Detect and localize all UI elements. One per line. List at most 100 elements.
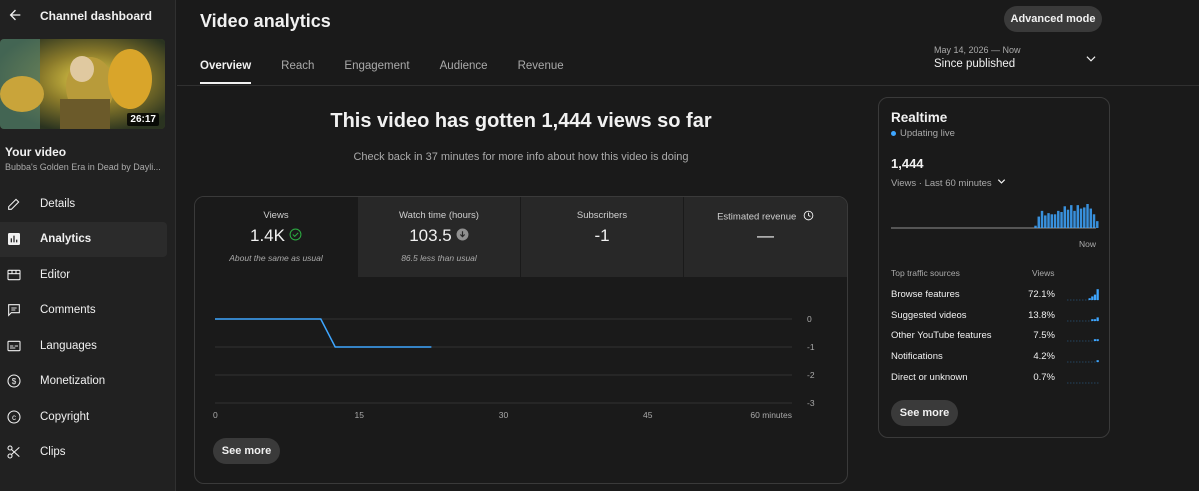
realtime-period-dropdown[interactable]: Views · Last 60 minutes [891,176,1007,190]
sparkline-bar [1091,319,1094,321]
traffic-source-sparkline [1067,317,1099,322]
views-series-line [215,318,432,348]
y-tick-label: -1 [807,342,815,352]
realtime-bar [1053,214,1057,228]
metric-value-row: — [684,226,847,246]
traffic-source-row[interactable]: Notifications 4.2% [891,347,1099,367]
sidebar-item-languages[interactable]: Languages [0,328,176,364]
realtime-bar [1083,207,1086,228]
traffic-source-sparkline [1067,382,1099,384]
traffic-source-sparkline [1067,360,1099,363]
sidebar-item-label: Languages [40,339,97,352]
metric-value: — [757,226,774,245]
sidebar-item-label: Copyright [40,410,90,423]
x-tick-label: 60 minutes [750,410,792,420]
date-range[interactable]: May 14, 2026 — Now [934,45,1021,55]
metric-views[interactable]: Views 1.4K About the same as usual [195,197,358,277]
back-arrow-icon[interactable] [6,6,24,24]
metric-value-row: -1 [521,226,683,246]
metric-watch-time[interactable]: Watch time (hours) 103.5 86.5 less than … [358,197,521,277]
y-tick-label: 0 [807,314,812,324]
sidebar-item-monetization[interactable]: $ Monetization [0,364,176,400]
traffic-source-row[interactable]: Suggested videos 13.8% [891,306,1099,326]
traffic-source-row[interactable]: Other YouTube features 7.5% [891,326,1099,346]
tab-engagement[interactable]: Engagement [344,52,409,84]
realtime-bar [1050,214,1053,228]
editor-icon [5,266,23,284]
sparkline-bar [1093,339,1097,341]
check-back-message: Check back in 37 minutes for more info a… [353,151,689,163]
traffic-source-sparkline [1067,289,1099,301]
video-thumbnail[interactable]: 26:17 [0,39,165,129]
metric-subscribers[interactable]: Subscribers -1 [521,197,684,277]
sidebar-item-copyright[interactable]: c Copyright [0,399,176,435]
sidebar-item-label: Editor [40,268,71,281]
clock-icon [803,210,814,224]
sparkline-bar [1093,319,1097,321]
metric-value-row: 103.5 [358,226,520,246]
traffic-source-name: Other YouTube features [891,330,992,341]
sidebar-item-label: Details [40,197,76,210]
x-tick-label: 45 [643,410,653,420]
sidebar-item-comments[interactable]: Comments [0,293,176,329]
realtime-see-more-button[interactable]: See more [891,400,958,426]
check-icon [289,226,302,246]
metric-title: Subscribers [576,210,628,221]
traffic-source-row[interactable]: Browse features 72.1% [891,285,1099,305]
realtime-bar [1073,210,1076,228]
tab-overview[interactable]: Overview [200,52,252,84]
tab-reach[interactable]: Reach [281,52,314,84]
sidebar-item-clips[interactable]: Clips [0,435,176,471]
copyright-icon: c [5,408,23,426]
analytics-icon [5,230,23,248]
views-line-chart: 0 -1 -2 -3 0 15 30 45 60 minutes [213,314,815,420]
traffic-source-percent: 0.7% [1033,372,1055,383]
sidebar-item-details[interactable]: Details [0,186,176,222]
traffic-source-percent: 4.2% [1033,351,1055,362]
sidebar-item-label: Monetization [40,375,106,388]
realtime-status: Updating live [891,128,955,139]
traffic-source-row[interactable]: Direct or unknown 0.7% [891,368,1099,388]
y-tick-label: -2 [807,370,815,380]
see-more-button[interactable]: See more [213,438,280,464]
realtime-bar [1076,205,1079,228]
metric-title: Estimated revenue [717,211,797,223]
now-label: Now [1079,239,1097,249]
dollar-icon: $ [5,372,23,390]
realtime-status-text: Updating live [900,128,955,139]
tab-revenue[interactable]: Revenue [518,52,564,84]
realtime-period-label: Views · Last 60 minutes [891,177,992,189]
pencil-icon [5,195,23,213]
realtime-bar [1086,204,1089,228]
x-tick-label: 15 [355,410,365,420]
metric-value-row: 1.4K [195,226,357,246]
traffic-views-header: Views [1032,268,1055,278]
sparkline-bar [1091,296,1094,300]
tab-bar: Overview Reach Engagement Audience Reven… [200,52,594,86]
sparkline-bar [1093,294,1097,300]
traffic-source-percent: 13.8% [1028,310,1055,321]
sidebar-item-editor[interactable]: Editor [0,257,176,293]
sparkline-bar [1096,339,1099,341]
metric-note: About the same as usual [229,253,323,263]
video-title[interactable]: Bubba's Golden Era in Dead by Dayli... [5,162,165,172]
comments-icon [5,301,23,319]
metric-value: 103.5 [409,226,452,245]
arrow-down-icon [456,226,469,246]
sidebar-title: Channel dashboard [40,9,153,23]
realtime-bar [1089,208,1092,228]
tab-audience[interactable]: Audience [440,52,488,84]
sidebar-item-analytics[interactable]: Analytics [0,221,167,257]
sidebar: Channel dashboard 26:17 Your video Bubba… [0,0,176,491]
chevron-down-icon[interactable] [1084,52,1098,66]
metric-value: 1.4K [250,226,285,245]
metric-estimated-revenue[interactable]: Estimated revenue — [684,197,847,277]
advanced-mode-button[interactable]: Advanced mode [1004,6,1102,32]
traffic-source-percent: 7.5% [1033,330,1055,341]
date-label[interactable]: Since published [934,58,1015,70]
traffic-source-name: Browse features [891,289,960,300]
realtime-bar [1096,221,1099,228]
traffic-source-name: Direct or unknown [891,372,968,383]
metric-title-row: Estimated revenue [684,210,847,224]
realtime-views-count: 1,444 [891,156,924,171]
